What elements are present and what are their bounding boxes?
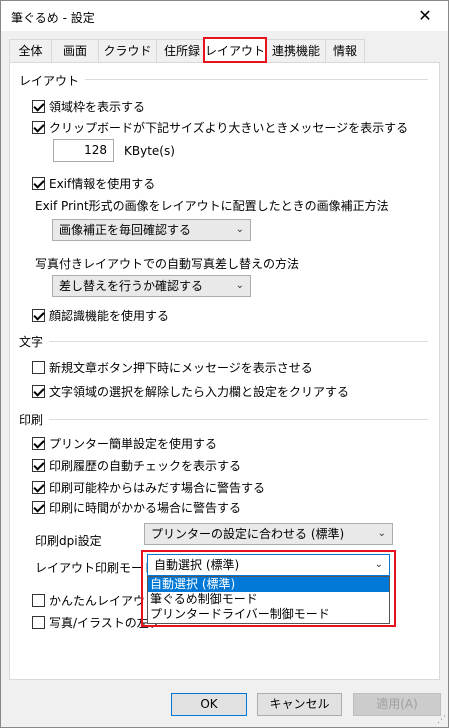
close-icon[interactable]: ✕ — [402, 1, 448, 31]
checkbox-box — [32, 500, 45, 514]
select-value: 画像補正を毎回確認する — [59, 223, 192, 237]
checkbox-label: 文字領域の選択を解除したら入力欄と設定をクリアする — [49, 384, 350, 399]
ok-button[interactable]: OK — [171, 693, 247, 716]
title-bar: 筆ぐるめ - 設定 ✕ — [1, 1, 448, 31]
print-mode-option-driver[interactable]: プリンタードライバー制御モード — [148, 607, 389, 622]
warn-long-print-checkbox[interactable]: 印刷に時間がかかる場合に警告する — [32, 499, 241, 515]
photo-replace-select[interactable]: 差し替えを行うか確認する ⌄ — [52, 275, 251, 297]
print-mode-option-auto[interactable]: 自動選択 (標準) — [148, 577, 389, 592]
checkbox-box — [32, 615, 45, 629]
checkbox-label: 顔認識機能を使用する — [49, 308, 170, 323]
section-print: 印刷 — [19, 413, 44, 427]
settings-window: 筆ぐるめ - 設定 ✕ 全体 画面 クラウド 住所録 レイアウト 連携機能 情報… — [0, 0, 449, 728]
checkbox-box — [32, 360, 45, 374]
checkbox-label: クリップボードが下記サイズより大きいときメッセージを表示する — [49, 120, 409, 135]
show-area-frame-checkbox[interactable]: 領域枠を表示する — [32, 98, 145, 114]
print-dpi-label: 印刷dpi設定 — [35, 534, 102, 548]
select-value: プリンターの設定に合わせる (標準) — [151, 527, 345, 541]
divider — [49, 419, 428, 420]
tab-cloud[interactable]: クラウド — [98, 39, 157, 62]
exif-method-select[interactable]: 画像補正を毎回確認する ⌄ — [52, 219, 251, 241]
chevron-down-icon: ⌄ — [377, 528, 386, 539]
checkbox-box — [32, 593, 45, 607]
checkbox-box — [32, 436, 45, 450]
divider — [49, 341, 428, 342]
clipboard-message-checkbox[interactable]: クリップボードが下記サイズより大きいときメッセージを表示する — [32, 119, 408, 135]
window-title: 筆ぐるめ - 設定 — [11, 11, 95, 25]
clear-input-checkbox[interactable]: 文字領域の選択を解除したら入力欄と設定をクリアする — [32, 383, 349, 399]
layout-print-mode-label: レイアウト印刷モード — [35, 561, 156, 575]
tab-integration[interactable]: 連携機能 — [266, 39, 326, 62]
new-text-message-checkbox[interactable]: 新規文章ボタン押下時にメッセージを表示させる — [32, 359, 313, 375]
divider — [85, 79, 428, 80]
checkbox-label: プリンター簡単設定を使用する — [49, 436, 218, 451]
select-value: 差し替えを行うか確認する — [59, 279, 204, 293]
checkbox-label: 印刷に時間がかかる場合に警告する — [49, 500, 242, 515]
photo-replace-label: 写真付きレイアウトでの自動写真差し替えの方法 — [35, 257, 300, 271]
checkbox-box — [32, 99, 45, 113]
tab-screen[interactable]: 画面 — [51, 39, 99, 62]
checkbox-label: Exif情報を使用する — [49, 176, 156, 191]
auto-check-history-checkbox[interactable]: 印刷履歴の自動チェックを表示する — [32, 457, 241, 473]
section-layout: レイアウト — [19, 74, 80, 88]
section-text: 文字 — [19, 335, 44, 349]
easy-printer-settings-checkbox[interactable]: プリンター簡単設定を使用する — [32, 435, 217, 451]
chevron-down-icon: ⌄ — [235, 280, 244, 291]
checkbox-box — [32, 384, 45, 398]
exif-method-label: Exif Print形式の画像をレイアウトに配置したときの画像補正方法 — [35, 199, 389, 213]
face-recognition-checkbox[interactable]: 顔認識機能を使用する — [32, 307, 169, 323]
size-unit: KByte(s) — [124, 144, 175, 158]
tab-general[interactable]: 全体 — [9, 39, 52, 62]
chevron-down-icon: ⌄ — [374, 559, 383, 570]
chevron-down-icon: ⌄ — [235, 224, 244, 235]
checkbox-label: 印刷履歴の自動チェックを表示する — [49, 458, 242, 473]
checkbox-box — [32, 120, 45, 134]
select-value: 自動選択 (標準) — [154, 558, 240, 572]
warn-outside-printable-checkbox[interactable]: 印刷可能枠からはみだす場合に警告する — [32, 479, 265, 495]
apply-button[interactable]: 適用(A) — [353, 693, 441, 716]
checkbox-box — [32, 480, 45, 494]
tab-address-book[interactable]: 住所録 — [156, 39, 208, 62]
checkbox-label: 印刷可能枠からはみだす場合に警告する — [49, 480, 266, 495]
cancel-button[interactable]: キャンセル — [257, 693, 342, 716]
checkbox-box — [32, 176, 45, 190]
resize-grip-icon[interactable]: ⋰ — [437, 715, 446, 725]
checkbox-label: 領域枠を表示する — [49, 99, 146, 114]
checkbox-label: 新規文章ボタン押下時にメッセージを表示させる — [49, 360, 313, 375]
checkbox-box — [32, 458, 45, 472]
size-input[interactable]: 128 — [53, 139, 114, 162]
tab-info[interactable]: 情報 — [325, 39, 365, 62]
use-exif-checkbox[interactable]: Exif情報を使用する — [32, 175, 155, 191]
checkbox-box — [32, 308, 45, 322]
print-dpi-select[interactable]: プリンターの設定に合わせる (標準) ⌄ — [144, 523, 393, 545]
print-mode-dropdown-list: 自動選択 (標準) 筆ぐるめ制御モード プリンタードライバー制御モード — [147, 576, 390, 624]
layout-print-mode-select[interactable]: 自動選択 (標準) ⌄ — [147, 554, 390, 576]
print-mode-option-fude[interactable]: 筆ぐるめ制御モード — [148, 592, 389, 607]
tab-layout[interactable]: レイアウト — [203, 37, 267, 63]
